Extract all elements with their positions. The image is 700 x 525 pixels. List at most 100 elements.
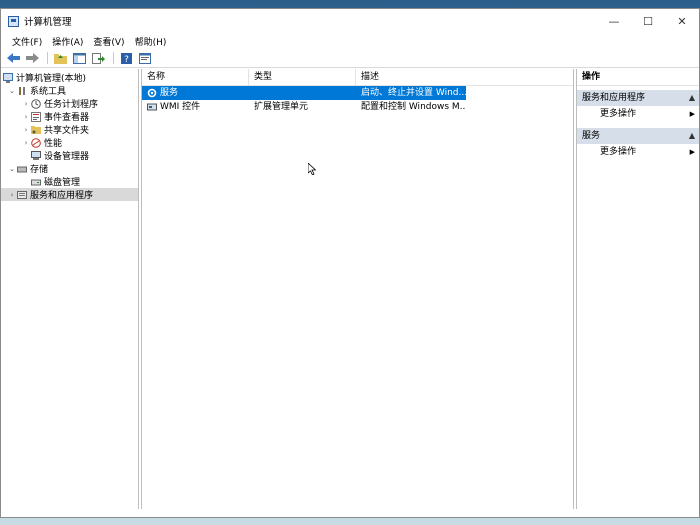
system-tools-icon [17, 86, 27, 96]
show-hide-console-tree-button[interactable] [71, 51, 87, 65]
device-manager-icon [31, 150, 41, 161]
menu-bar: 文件(F) 操作(A) 查看(V) 帮助(H) [1, 33, 699, 49]
disk-management-icon [31, 177, 41, 187]
toolbar-separator [47, 52, 48, 64]
wmi-control-icon [147, 103, 157, 110]
back-arrow-icon [6, 53, 20, 63]
clock-icon [31, 98, 41, 109]
section-title: 服务和应用程序 [582, 93, 646, 103]
window-controls: — ☐ ✕ [597, 9, 699, 33]
tree-item-label: 任务计划程序 [44, 100, 99, 110]
tree-item-performance[interactable]: › 性能 [1, 136, 138, 149]
tree-item-computer-management-local[interactable]: 计算机管理(本地) [1, 71, 138, 84]
menu-file[interactable]: 文件(F) [7, 35, 47, 48]
mouse-pointer-icon [308, 163, 316, 175]
action-label: 更多操作 [600, 147, 637, 157]
menu-view[interactable]: 查看(V) [88, 35, 129, 48]
tree-item-label: 计算机管理(本地) [16, 74, 87, 84]
list-cell-name: WMI 控件 [142, 100, 249, 114]
list-cell-type: 扩展管理单元 [254, 102, 309, 112]
title-bar[interactable]: 计算机管理 — ☐ ✕ [1, 9, 699, 33]
show-hide-tree-icon [72, 52, 86, 64]
tree-item-label: 设备管理器 [44, 152, 90, 162]
tree-item-task-scheduler[interactable]: › 任务计划程序 [1, 97, 138, 110]
actions-section-services[interactable]: 服务 ▲ [577, 128, 699, 144]
list-item-services[interactable]: 服务 启动、终止并设置 Wind... [142, 86, 466, 100]
column-header-name[interactable]: 名称 [142, 69, 249, 85]
help-button[interactable]: ? [118, 51, 134, 65]
menu-help[interactable]: 帮助(H) [130, 35, 172, 48]
list-item-wmi-control[interactable]: WMI 控件 扩展管理单元 配置和控制 Windows M... [142, 100, 573, 114]
tree-item-device-manager[interactable]: 设备管理器 [1, 149, 138, 162]
maximize-button[interactable]: ☐ [631, 9, 665, 33]
expand-chevron-icon[interactable]: › [21, 100, 31, 108]
event-viewer-icon [31, 111, 41, 122]
services-gear-icon [147, 88, 157, 97]
tree-item-label: 服务和应用程序 [30, 191, 94, 201]
expand-chevron-icon[interactable]: › [21, 139, 31, 147]
computer-management-app-icon [8, 15, 19, 27]
export-list-button[interactable] [90, 51, 106, 65]
computer-management-icon [3, 72, 13, 83]
list-cell-description: 配置和控制 Windows M... [361, 102, 466, 112]
maximize-icon: ☐ [643, 14, 653, 28]
back-button[interactable] [5, 51, 21, 65]
collapse-caret-icon[interactable]: ▲ [689, 128, 695, 144]
list-item-name: 服务 [160, 88, 179, 98]
tree-item-system-tools[interactable]: ⌄ 系统工具 [1, 84, 138, 97]
export-list-icon [91, 52, 105, 64]
list-header: 名称 类型 描述 [142, 69, 573, 86]
minimize-icon: — [608, 14, 620, 28]
list-cell-description: 启动、终止并设置 Wind... [361, 88, 466, 98]
column-header-type[interactable]: 类型 [249, 69, 356, 85]
collapse-caret-icon[interactable]: ▲ [689, 90, 695, 106]
list-item-name: WMI 控件 [160, 102, 201, 112]
up-one-level-button[interactable] [52, 51, 68, 65]
action-label: 更多操作 [600, 109, 637, 119]
column-header-description[interactable]: 描述 [356, 69, 466, 85]
window-title: 计算机管理 [24, 17, 72, 28]
main-content: 计算机管理(本地) ⌄ 系统工具 › 任务计划程序 › 事件查看器 › 共享文件… [1, 69, 699, 509]
tree-item-storage[interactable]: ⌄ 存储 [1, 162, 138, 176]
list-cell-type [249, 86, 356, 100]
action-more-actions[interactable]: 更多操作 ▶ [577, 106, 699, 122]
collapse-chevron-icon[interactable]: ⌄ [7, 87, 17, 95]
expand-chevron-icon[interactable]: › [7, 191, 17, 199]
storage-icon [17, 164, 27, 174]
tree-item-label: 磁盘管理 [44, 178, 81, 188]
expand-chevron-icon[interactable]: › [21, 113, 31, 121]
collapse-chevron-icon[interactable]: ⌄ [7, 165, 17, 173]
tree-item-shared-folders[interactable]: › 共享文件夹 [1, 123, 138, 136]
tree-item-label: 系统工具 [30, 87, 67, 97]
toolbar: ? [1, 49, 699, 68]
tree-item-label: 共享文件夹 [44, 126, 90, 136]
services-applications-icon [17, 190, 27, 200]
list-cell-name: 服务 [142, 86, 249, 100]
tree-item-label: 存储 [30, 165, 49, 175]
section-title: 服务 [582, 131, 601, 141]
tree-item-services-and-applications[interactable]: › 服务和应用程序 [1, 188, 138, 201]
submenu-arrow-icon: ▶ [689, 110, 695, 118]
tree-item-disk-management[interactable]: 磁盘管理 [1, 175, 138, 188]
properties-button[interactable] [137, 51, 153, 65]
actions-section-services-and-applications[interactable]: 服务和应用程序 ▲ [577, 90, 699, 106]
expand-chevron-icon[interactable]: › [21, 126, 31, 134]
action-more-actions[interactable]: 更多操作 ▶ [577, 144, 699, 160]
menu-action[interactable]: 操作(A) [47, 35, 88, 48]
shared-folder-icon [31, 125, 41, 135]
svg-text:?: ? [124, 55, 129, 64]
up-folder-icon [53, 53, 67, 64]
tree-item-label: 性能 [44, 139, 63, 149]
close-button[interactable]: ✕ [665, 9, 699, 33]
tree-item-label: 事件查看器 [44, 113, 90, 123]
console-tree: 计算机管理(本地) ⌄ 系统工具 › 任务计划程序 › 事件查看器 › 共享文件… [1, 69, 139, 509]
forward-button[interactable] [24, 51, 40, 65]
results-list: 名称 类型 描述 服务 启动、终止并设置 Wind... WMI 控件 扩展管理… [141, 69, 574, 509]
submenu-arrow-icon: ▶ [689, 148, 695, 156]
tree-item-event-viewer[interactable]: › 事件查看器 [1, 110, 138, 123]
performance-icon [31, 137, 41, 148]
actions-pane: 操作 服务和应用程序 ▲ 更多操作 ▶ 服务 ▲ 更多操作 ▶ [576, 69, 699, 509]
minimize-button[interactable]: — [597, 9, 631, 33]
close-icon: ✕ [677, 14, 687, 28]
toolbar-separator [113, 52, 114, 64]
